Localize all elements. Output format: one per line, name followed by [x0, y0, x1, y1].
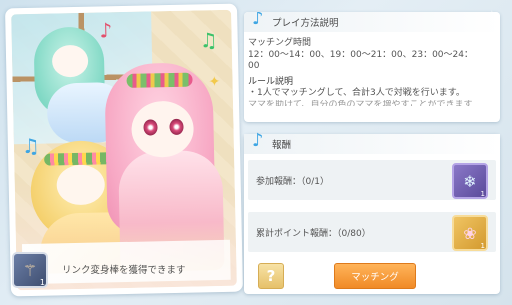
treasure-chest-icon[interactable]: ❀ 1: [452, 215, 488, 251]
illustration-caption: リンク変身棒を獲得できます: [62, 265, 186, 276]
rules-panel-title: プレイ方法説明: [272, 18, 339, 29]
rule-heading: ルール説明: [248, 76, 294, 87]
matching-button[interactable]: マッチング: [334, 263, 416, 289]
music-note-icon: ♫: [21, 133, 41, 159]
participation-reward-label: 参加報酬：（0/1）: [256, 176, 329, 187]
sparkle-icon: ✦: [208, 73, 221, 91]
wand-icon[interactable]: ⚚ 1: [12, 252, 48, 288]
rule-line: ・1人でマッチングして、合計3人で対戦を行います。: [248, 88, 465, 98]
flower-crown: [126, 72, 193, 88]
reward-count: 1: [480, 190, 485, 198]
help-button[interactable]: ?: [258, 263, 284, 289]
match-time-heading: マッチング時間: [248, 38, 312, 48]
rewards-panel-title: 報酬: [272, 140, 292, 151]
item-count: 1: [39, 278, 45, 287]
rules-panel[interactable]: ♪ プレイ方法説明 マッチング時間 12：00～14：00、19：00～21：0…: [244, 12, 500, 122]
rules-panel-header: ♪ プレイ方法説明: [244, 12, 500, 32]
music-note-icon: ♪: [252, 12, 264, 29]
reward-count: 1: [480, 242, 485, 250]
rule-line-partial: ママを助けて、自分の色のママを増やすことができます: [248, 99, 473, 106]
gift-box-icon[interactable]: ❄ 1: [452, 163, 488, 199]
music-note-icon: ♪: [252, 130, 264, 151]
gift-box-glyph: ❄: [463, 171, 477, 191]
match-time-line: 12：00～14：00、19：00～21：00、23：00～24：: [248, 49, 473, 60]
music-note-icon: ♪: [99, 18, 113, 43]
points-reward-row: 累計ポイント報酬：（0/80） ❀ 1: [248, 212, 496, 252]
points-reward-label: 累計ポイント報酬：（0/80）: [256, 228, 371, 239]
illustration-scene: ♪ ♫ ♫ ✦: [11, 9, 237, 291]
participation-reward-row: 参加報酬：（0/1） ❄ 1: [248, 160, 496, 200]
wand-glyph: ⚚: [22, 260, 38, 280]
music-note-icon: ♫: [199, 28, 218, 53]
match-time-line: 00: [248, 61, 260, 71]
rules-content: マッチング時間 12：00～14：00、19：00～21：00、23：00～24…: [244, 32, 500, 106]
treasure-chest-glyph: ❀: [463, 223, 477, 243]
rewards-panel-header: ♪ 報酬: [244, 130, 500, 154]
